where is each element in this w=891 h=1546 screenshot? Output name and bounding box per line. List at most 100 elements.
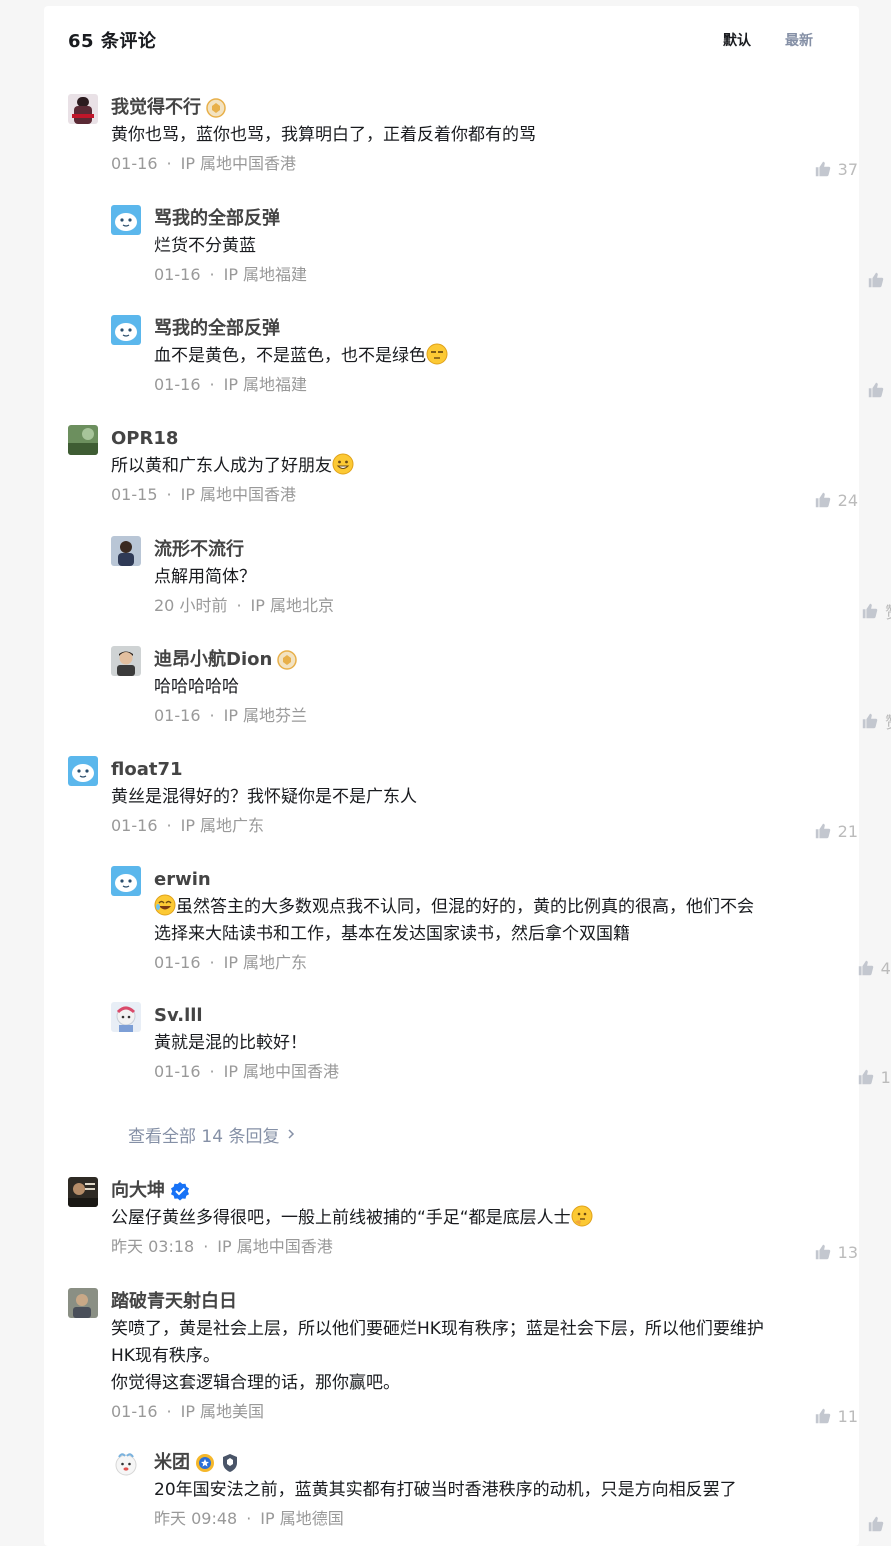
like-button[interactable]: 21	[814, 816, 858, 846]
sort-newest-tab[interactable]: 最新	[785, 30, 813, 50]
comments-panel: 65 条评论 默认 最新 我觉得不行 黄你也骂，蓝你也骂，我算明白了，正着反着你…	[44, 6, 859, 1546]
comment-item: 我觉得不行 黄你也骂，蓝你也骂，我算明白了，正着反着你都有的骂 01-16·IP…	[68, 94, 883, 184]
ip-location: IP 属地福建	[224, 265, 307, 284]
thumb-up-icon	[861, 602, 879, 620]
avatar[interactable]	[68, 94, 98, 124]
separator-dot: ·	[246, 1509, 251, 1528]
comment-text: 哈哈哈哈哈	[154, 674, 307, 701]
chevron-right-icon	[285, 1125, 297, 1145]
separator-dot: ·	[210, 265, 215, 284]
separator-dot: ·	[167, 154, 172, 173]
avatar[interactable]	[111, 1449, 141, 1479]
avatar[interactable]	[111, 315, 141, 345]
like-count: 21	[838, 822, 858, 841]
level-badge-icon	[277, 650, 297, 670]
like-button[interactable]: 41	[857, 953, 891, 983]
avatar[interactable]	[111, 205, 141, 235]
comment-text: 烂货不分黄蓝	[154, 233, 307, 260]
avatar[interactable]	[111, 536, 141, 566]
reply-item: 流形不流行 点解用简体？ 20 小时前·IP 属地北京 赞	[111, 536, 891, 626]
avatar[interactable]	[111, 646, 141, 676]
like-button[interactable]: 13	[814, 1237, 858, 1267]
username[interactable]: OPR18	[111, 425, 178, 453]
username[interactable]: float71	[111, 756, 183, 784]
username[interactable]: 骂我的全部反弹	[154, 315, 280, 343]
username[interactable]: 向大坤	[111, 1177, 165, 1205]
ip-location: IP 属地中国香港	[217, 1237, 332, 1256]
comment-text: 黃就是混的比較好！	[154, 1030, 339, 1057]
username[interactable]: 流形不流行	[154, 536, 244, 564]
username[interactable]: 骂我的全部反弹	[154, 205, 280, 233]
like-button[interactable]: 8	[867, 265, 891, 295]
username[interactable]: Sv.lll	[154, 1002, 203, 1030]
comment-item: 向大坤 公屋仔黄丝多得很吧，一般上前线被捕的“手足“都是底层人士 昨天 03:1…	[68, 1177, 883, 1267]
username[interactable]: 迪昂小航Dion	[154, 646, 272, 674]
separator-dot: ·	[210, 706, 215, 725]
like-button[interactable]: 16	[857, 1062, 891, 1092]
comment-count-title: 65 条评论	[68, 27, 156, 53]
avatar[interactable]	[111, 1002, 141, 1032]
avatar[interactable]	[68, 425, 98, 455]
avatar[interactable]	[68, 756, 98, 786]
ip-location: IP 属地广东	[181, 816, 264, 835]
comment-text: 黄丝是混得好的？我怀疑你是不是广东人	[111, 784, 417, 811]
grin-emoji-icon	[332, 453, 354, 475]
ip-location: IP 属地福建	[224, 375, 307, 394]
comment-text: 血不是黄色，不是蓝色，也不是绿色	[154, 346, 426, 366]
ip-location: IP 属地德国	[260, 1509, 343, 1528]
like-count: 13	[838, 1243, 858, 1262]
username[interactable]: 踏破青天射白日	[111, 1288, 237, 1316]
like-count: 37	[838, 160, 858, 179]
ip-location: IP 属地美国	[181, 1402, 264, 1421]
view-all-replies-button[interactable]: 查看全部 14 条回复	[128, 1122, 297, 1147]
comment-time: 01-16	[111, 154, 158, 173]
username[interactable]: erwin	[154, 866, 211, 894]
comment-time: 昨天 09:48	[154, 1509, 237, 1528]
comment-text: 黄你也骂，蓝你也骂，我算明白了，正着反着你都有的骂	[111, 122, 536, 149]
like-button[interactable]: 37	[814, 154, 858, 184]
separator-dot: ·	[210, 953, 215, 972]
comment-text-line-3: 你觉得这套逻辑合理的话，那你赢吧。	[111, 1370, 764, 1397]
like-button[interactable]: 11	[814, 1401, 858, 1431]
like-count: 41	[881, 959, 891, 978]
comment-time: 01-15	[111, 485, 158, 504]
thumb-up-icon	[814, 822, 832, 840]
comment-item: OPR18 所以黄和广东人成为了好朋友 01-15·IP 属地中国香港 24	[68, 425, 883, 515]
thumb-up-icon	[814, 1243, 832, 1261]
level-badge-icon	[206, 98, 226, 118]
thumb-up-icon	[861, 712, 879, 730]
ip-location: IP 属地北京	[251, 596, 334, 615]
comment-time: 01-16	[154, 1062, 201, 1081]
comment-time: 01-16	[154, 953, 201, 972]
thumb-up-icon	[867, 271, 885, 289]
gold-badge-icon	[195, 1453, 215, 1473]
sort-default-tab[interactable]: 默认	[723, 30, 751, 50]
separator-dot: ·	[210, 375, 215, 394]
like-button[interactable]: 5	[867, 1509, 891, 1539]
like-count: 赞	[885, 709, 891, 733]
reply-item: erwin 虽然答主的大多数观点我不认同，但混的好的，黄的比例真的很高，他们不会…	[111, 866, 891, 986]
avatar[interactable]	[111, 866, 141, 896]
comment-item: float71 黄丝是混得好的？我怀疑你是不是广东人 01-16·IP 属地广东…	[68, 756, 883, 846]
like-button[interactable]: 赞	[861, 596, 891, 626]
like-count: 赞	[885, 599, 891, 623]
separator-dot: ·	[203, 1237, 208, 1256]
avatar[interactable]	[68, 1177, 98, 1207]
like-button[interactable]: 赞	[861, 706, 891, 736]
like-button[interactable]: 6	[867, 375, 891, 405]
separator-dot: ·	[210, 1062, 215, 1081]
avatar[interactable]	[68, 1288, 98, 1318]
thumb-up-icon	[867, 381, 885, 399]
comment-time: 01-16	[111, 816, 158, 835]
comments-header: 65 条评论 默认 最新	[44, 6, 859, 76]
shield-badge-icon	[220, 1453, 240, 1473]
thumb-up-icon	[857, 1068, 875, 1086]
comment-text-line-2: HK现有秩序。	[111, 1343, 764, 1370]
comment-time: 01-16	[111, 1402, 158, 1421]
username[interactable]: 米团	[154, 1449, 190, 1477]
reply-item: 骂我的全部反弹 血不是黄色，不是蓝色，也不是绿色 01-16·IP 属地福建 6	[111, 315, 891, 405]
like-button[interactable]: 24	[814, 485, 858, 515]
username[interactable]: 我觉得不行	[111, 94, 201, 122]
laugh-cry-emoji-icon	[154, 894, 176, 916]
comment-text: 公屋仔黄丝多得很吧，一般上前线被捕的“手足“都是底层人士	[111, 1208, 571, 1228]
